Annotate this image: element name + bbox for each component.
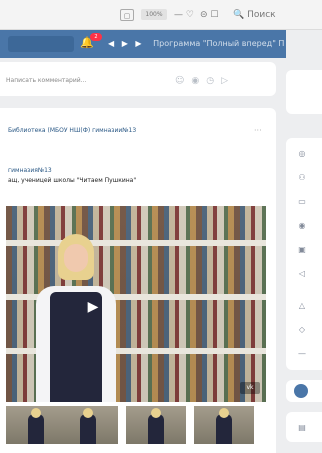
groups-icon[interactable]: ◉ <box>296 220 308 232</box>
zoom-indicator[interactable]: 100% <box>141 9 167 20</box>
more-icon[interactable]: ··· <box>254 126 266 136</box>
site-header: 🔔 2 ◀ ▶ ▶ Программа "Полный вперед" Пол.… <box>0 30 286 58</box>
video-thumbnail[interactable] <box>126 406 186 444</box>
composer-tools: ☺ ◉ ◷ ▷ <box>175 74 255 88</box>
post-author[interactable]: Библиотека (МБОУ НШ(Ф) гимназии№13 <box>8 126 248 136</box>
video-thumbnail[interactable] <box>194 406 254 444</box>
wall-post: Библиотека (МБОУ НШ(Ф) гимназии№13 ··· г… <box>0 108 276 453</box>
comment-input[interactable]: Написать комментарий... <box>6 76 146 86</box>
send-icon[interactable]: ▷ <box>221 76 228 86</box>
reader-icon[interactable]: — ♡ <box>174 9 194 21</box>
notification-badge: 2 <box>90 33 102 41</box>
sidebar-menu: ◎ ⚇ ▭ ◉ ▣ ◁ △ ◇ — <box>286 138 322 370</box>
downloads-icon[interactable]: ⊝ ☐ <box>200 9 218 21</box>
browser-toolbar: ▢ 100% — ♡ ⊝ ☐ 🔍 Поиск <box>0 0 322 30</box>
browser-search-field[interactable]: 🔍 Поиск <box>233 9 322 21</box>
prev-track-icon[interactable]: ◀ <box>108 38 114 50</box>
tabs-icon[interactable]: ▢ <box>120 9 134 21</box>
more-menu-icon[interactable]: — <box>296 348 308 360</box>
video-thumbnail[interactable] <box>6 406 66 444</box>
right-sidebar: ◎ ⚇ ▭ ◉ ▣ ◁ △ ◇ — ▤ <box>286 30 322 453</box>
emoji-icon[interactable]: ☺ <box>175 76 184 86</box>
friends-icon[interactable]: ⚇ <box>296 172 308 184</box>
audio-player[interactable]: ◀ ▶ ▶ Программа "Полный вперед" Пол... <box>108 38 284 50</box>
camera-icon[interactable]: ◉ <box>191 76 199 86</box>
clock-icon[interactable]: ◷ <box>206 76 214 86</box>
site-search-input[interactable] <box>8 36 74 52</box>
post-text: ащ, ученицей школы "Читаем Пушкина" <box>8 177 137 184</box>
video-player[interactable]: ▶ vk <box>6 206 266 402</box>
photo-icon[interactable]: ▣ <box>296 244 308 256</box>
next-track-icon[interactable]: ▶ <box>135 38 141 50</box>
post-hashtag[interactable]: гимназия№13 <box>8 166 108 176</box>
games-icon[interactable]: △ <box>296 300 308 312</box>
video-icon[interactable]: ◇ <box>296 324 308 336</box>
sidebar-card <box>286 70 322 114</box>
now-playing-title[interactable]: Программа "Полный вперед" Пол... <box>153 38 284 50</box>
sidebar-app-card[interactable] <box>286 380 322 402</box>
user-icon[interactable]: ◎ <box>296 148 308 160</box>
music-icon[interactable]: ◁ <box>296 268 308 280</box>
video-logo-icon: vk <box>240 382 260 394</box>
video-play-icon[interactable]: ▶ <box>84 298 102 316</box>
video-thumbnails <box>6 406 270 444</box>
message-icon[interactable]: ▭ <box>296 196 308 208</box>
video-thumbnail[interactable] <box>58 406 118 444</box>
app-icon <box>294 384 308 398</box>
ads-icon: ▤ <box>298 423 306 432</box>
comment-composer: Написать комментарий... ☺ ◉ ◷ ▷ <box>0 62 276 96</box>
play-icon[interactable]: ▶ <box>122 38 128 50</box>
sidebar-ad-card[interactable]: ▤ <box>286 412 322 442</box>
